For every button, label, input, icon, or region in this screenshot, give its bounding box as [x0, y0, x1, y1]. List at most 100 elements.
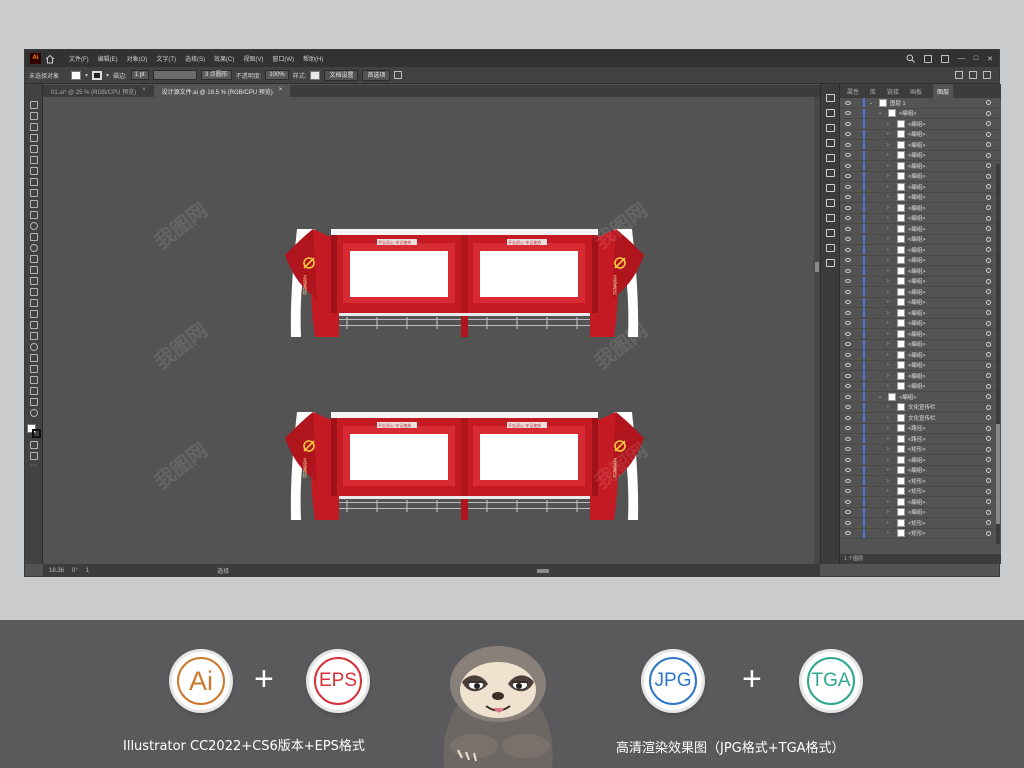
hand-tool-icon[interactable]: [29, 398, 38, 406]
target-circle-icon[interactable]: [986, 205, 991, 211]
visibility-eye-icon[interactable]: [845, 258, 851, 263]
target-circle-icon[interactable]: [986, 478, 991, 484]
layer-row[interactable]: › <矩形>: [840, 444, 1001, 455]
visibility-eye-icon[interactable]: [845, 415, 851, 420]
stroke-weight-field[interactable]: 1 pt: [130, 70, 149, 80]
expand-chevron-icon[interactable]: ›: [887, 226, 893, 232]
target-circle-icon[interactable]: [986, 467, 991, 473]
tab-links[interactable]: 链接: [887, 87, 899, 96]
target-circle-icon[interactable]: [986, 236, 991, 242]
layer-row[interactable]: › <矩形>: [840, 486, 1001, 497]
target-circle-icon[interactable]: [986, 184, 991, 190]
target-circle-icon[interactable]: [986, 226, 991, 232]
target-circle-icon[interactable]: [986, 152, 991, 158]
target-circle-icon[interactable]: [986, 268, 991, 274]
layer-row[interactable]: › <编组>: [840, 150, 1001, 161]
tab-document-2[interactable]: 设计源文件.ai @ 18.5 % (RGB/CPU 预览) ×: [153, 85, 291, 97]
layer-name[interactable]: <编组>: [908, 330, 925, 338]
layer-name[interactable]: <矩形>: [908, 529, 925, 537]
layer-name[interactable]: <编组>: [908, 309, 925, 317]
fill-swatch[interactable]: [71, 70, 82, 80]
visibility-eye-icon[interactable]: [845, 394, 851, 399]
layer-name[interactable]: <编组>: [908, 319, 925, 327]
layer-name[interactable]: 文化宣传栏: [908, 403, 936, 411]
target-circle-icon[interactable]: [986, 142, 991, 148]
color-panel-icon[interactable]: [825, 94, 835, 102]
graphic-styles-panel-icon[interactable]: [825, 229, 835, 237]
pen-tool-icon[interactable]: [29, 145, 38, 153]
lasso-tool-icon[interactable]: [29, 134, 38, 142]
curvature-tool-icon[interactable]: [29, 156, 38, 164]
menu-select[interactable]: 选择(S): [185, 54, 205, 63]
layer-row[interactable]: › <编组>: [840, 350, 1001, 361]
visibility-eye-icon[interactable]: [845, 426, 851, 431]
layer-row[interactable]: › <编组>: [840, 287, 1001, 298]
preferences-button[interactable]: 首选项: [362, 69, 391, 81]
layer-name[interactable]: <编组>: [908, 162, 925, 170]
menu-help[interactable]: 帮助(H): [303, 54, 323, 63]
target-circle-icon[interactable]: [986, 488, 991, 494]
artboard-number[interactable]: 1: [86, 568, 89, 574]
target-circle-icon[interactable]: [986, 446, 991, 452]
target-circle-icon[interactable]: [986, 341, 991, 347]
rectangle-tool-icon[interactable]: [29, 189, 38, 197]
layer-row[interactable]: › <编组>: [840, 129, 1001, 140]
perspective-grid-tool-icon[interactable]: [29, 299, 38, 307]
visibility-eye-icon[interactable]: [845, 100, 851, 105]
menu-type[interactable]: 文字(T): [156, 54, 176, 63]
layer-row[interactable]: › <编组>: [840, 381, 1001, 392]
layer-name[interactable]: <编组>: [899, 393, 916, 401]
visibility-eye-icon[interactable]: [845, 342, 851, 347]
layer-row[interactable]: ⌄ 图层 1: [840, 98, 1001, 109]
expand-chevron-icon[interactable]: ›: [887, 320, 893, 326]
zoom-tool-icon[interactable]: [29, 409, 38, 417]
expand-chevron-icon[interactable]: ›: [887, 352, 893, 358]
target-circle-icon[interactable]: [986, 352, 991, 358]
expand-chevron-icon[interactable]: ›: [887, 121, 893, 127]
symbol-sprayer-tool-icon[interactable]: [29, 354, 38, 362]
layer-row[interactable]: › <矩形>: [840, 528, 1001, 539]
layer-row[interactable]: › <路径>: [840, 423, 1001, 434]
expand-chevron-icon[interactable]: ›: [887, 530, 893, 536]
variable-width-field[interactable]: [152, 70, 197, 80]
layer-row[interactable]: › <编组>: [840, 329, 1001, 340]
zoom-level[interactable]: 18.36: [49, 568, 64, 574]
column-graph-tool-icon[interactable]: [29, 365, 38, 373]
target-circle-icon[interactable]: [986, 520, 991, 526]
pencil-tool-icon[interactable]: [29, 211, 38, 219]
layer-name[interactable]: <编组>: [908, 151, 925, 159]
expand-chevron-icon[interactable]: ›: [887, 310, 893, 316]
visibility-eye-icon[interactable]: [845, 268, 851, 273]
layer-row[interactable]: › <编组>: [840, 192, 1001, 203]
expand-chevron-icon[interactable]: ›: [887, 173, 893, 179]
expand-chevron-icon[interactable]: ›: [887, 236, 893, 242]
document-setup-button[interactable]: 文档设置: [324, 69, 359, 81]
expand-chevron-icon[interactable]: ›: [887, 163, 893, 169]
layer-row[interactable]: › <编组>: [840, 171, 1001, 182]
target-circle-icon[interactable]: [986, 310, 991, 316]
visibility-eye-icon[interactable]: [845, 121, 851, 126]
expand-chevron-icon[interactable]: ›: [887, 331, 893, 337]
close-icon[interactable]: ×: [142, 87, 146, 95]
target-circle-icon[interactable]: [986, 425, 991, 431]
expand-chevron-icon[interactable]: ›: [887, 247, 893, 253]
visibility-eye-icon[interactable]: [845, 384, 851, 389]
layer-row[interactable]: › 文化宣传栏: [840, 413, 1001, 424]
target-circle-icon[interactable]: [986, 394, 991, 400]
expand-chevron-icon[interactable]: ›: [887, 478, 893, 484]
panel-menu-icon[interactable]: [983, 71, 991, 79]
layer-row[interactable]: › <编组>: [840, 455, 1001, 466]
layer-name[interactable]: <编组>: [908, 120, 925, 128]
menu-view[interactable]: 视图(V): [243, 54, 263, 63]
tab-properties[interactable]: 属性: [847, 87, 859, 96]
layer-name[interactable]: <编组>: [908, 141, 925, 149]
menu-object[interactable]: 对象(O): [127, 54, 148, 63]
color-guide-panel-icon[interactable]: [825, 109, 835, 117]
layer-name[interactable]: <编组>: [908, 183, 925, 191]
layer-row[interactable]: › <编组>: [840, 308, 1001, 319]
visibility-eye-icon[interactable]: [845, 489, 851, 494]
stroke-panel-icon[interactable]: [825, 169, 835, 177]
eraser-tool-icon[interactable]: [29, 233, 38, 241]
width-tool-icon[interactable]: [29, 266, 38, 274]
line-tool-icon[interactable]: [29, 178, 38, 186]
